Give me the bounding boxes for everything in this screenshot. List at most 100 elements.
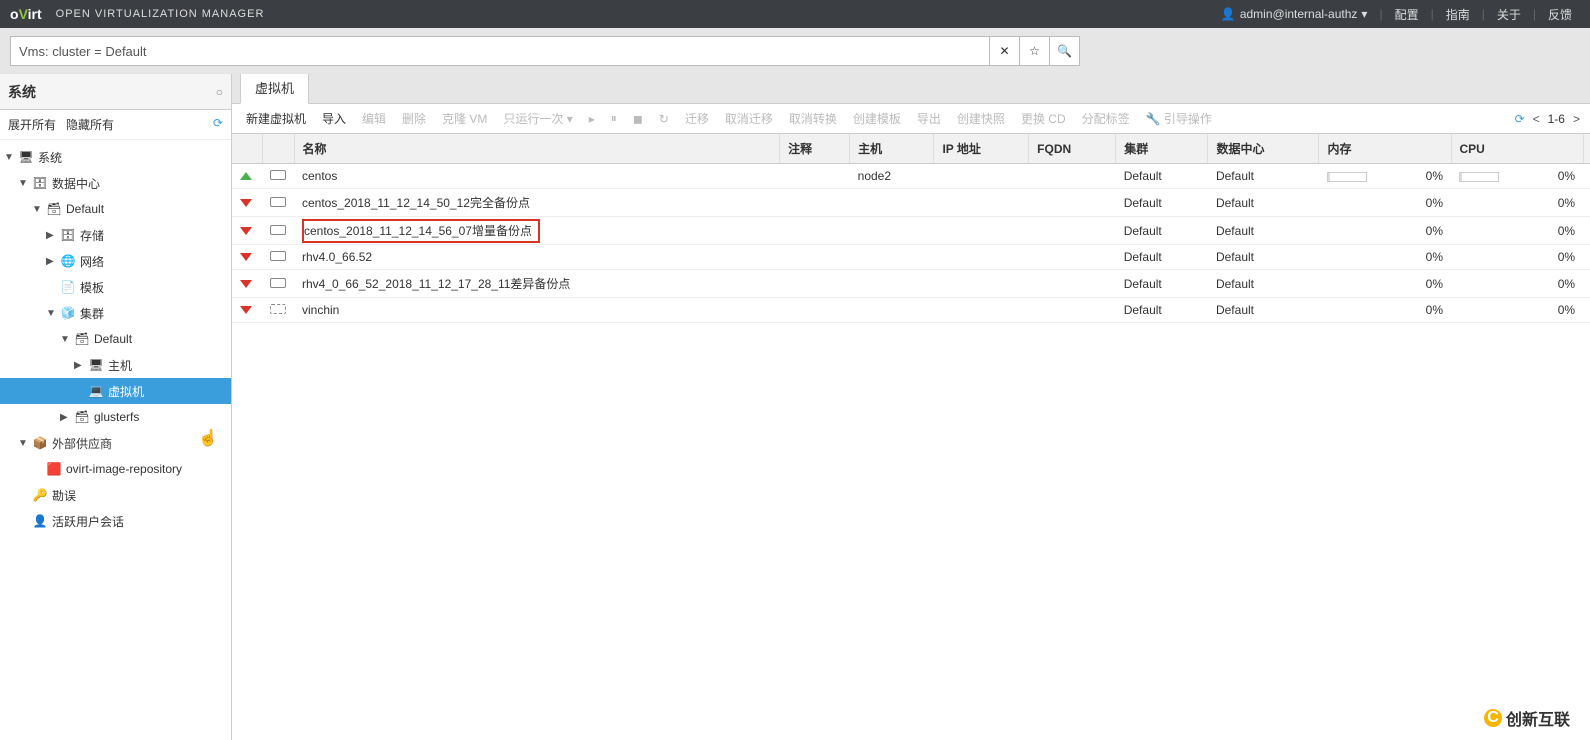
tree-item[interactable]: 🟥ovirt-image-repository <box>0 456 231 482</box>
toolbar: 新建虚拟机导入编辑删除克隆 VM只运行一次 ▾▸⏸◼↻迁移取消迁移取消转换创建模… <box>232 104 1590 134</box>
toolbar-button[interactable]: 导入 <box>316 108 352 129</box>
table-row[interactable]: rhv4_0_66_52_2018_11_12_17_28_11差异备份点Def… <box>232 270 1590 298</box>
tree-item[interactable]: ▼🧊集群 <box>0 300 231 326</box>
table-cell <box>850 217 934 245</box>
table-cell: 0% <box>1451 164 1583 189</box>
tree-item-label: 系统 <box>38 149 62 166</box>
tree-toggle-icon[interactable]: ▼ <box>60 334 70 345</box>
tree-toggle-icon[interactable]: ▶ <box>46 230 56 241</box>
user-menu[interactable]: 👤 admin@internal-authz ▾ <box>1213 7 1376 21</box>
tree-item[interactable]: ▶🖥主机 <box>0 352 231 378</box>
table-header[interactable]: FQDN <box>1029 134 1116 164</box>
table-header[interactable]: 网络 <box>1583 134 1590 164</box>
chevron-down-icon: ▾ <box>1361 7 1367 21</box>
tree-toggle-icon[interactable]: ▶ <box>60 412 70 423</box>
status-icon <box>240 172 252 180</box>
table-cell <box>262 217 294 245</box>
header-link-about[interactable]: 关于 <box>1489 6 1529 23</box>
tree-node-icon: 💻 <box>88 383 104 399</box>
vm-type-icon <box>270 170 286 180</box>
tree-item[interactable]: 🔑勘误 <box>0 482 231 508</box>
tree-toggle-icon[interactable]: ▶ <box>46 256 56 267</box>
table-header[interactable] <box>262 134 294 164</box>
refresh-icon[interactable]: ⟳ <box>213 116 223 133</box>
table-cell <box>934 164 1029 189</box>
toolbar-button: ◼ <box>627 110 649 128</box>
pager-prev[interactable]: < <box>1531 112 1542 126</box>
toolbar-button: 迁移 <box>679 108 715 129</box>
tree-item[interactable]: 💻虚拟机 <box>0 378 231 404</box>
table-row[interactable]: centos_2018_11_12_14_56_07增量备份点DefaultDe… <box>232 217 1590 245</box>
table-cell <box>780 270 850 298</box>
tree-toggle-icon[interactable]: ▼ <box>46 308 56 319</box>
sidebar-search-icon[interactable]: ○ <box>216 85 223 99</box>
tree-node-icon: 📄 <box>60 279 76 295</box>
tree-toggle-icon[interactable]: ▼ <box>18 178 28 189</box>
tree-item[interactable]: ▼🗄数据中心 <box>0 170 231 196</box>
table-cell: Default <box>1208 189 1319 217</box>
table-header[interactable]: 注释 <box>780 134 850 164</box>
table-header[interactable]: 数据中心 <box>1208 134 1319 164</box>
table-header[interactable] <box>232 134 262 164</box>
table-cell <box>850 270 934 298</box>
search-bookmark-button[interactable]: ☆ <box>1020 36 1050 66</box>
tree-item[interactable]: 📄模板 <box>0 274 231 300</box>
table-header[interactable]: 内存 <box>1319 134 1451 164</box>
header-link-config[interactable]: 配置 <box>1387 6 1427 23</box>
tree-node-icon: 📦 <box>32 435 48 451</box>
expand-all-link[interactable]: 展开所有 <box>8 116 56 133</box>
watermark-icon: C <box>1484 709 1502 727</box>
table-cell <box>780 189 850 217</box>
table-cell <box>1029 298 1116 323</box>
toolbar-button[interactable]: 新建虚拟机 <box>240 108 312 129</box>
vm-type-icon <box>270 225 286 235</box>
search-go-button[interactable]: 🔍 <box>1050 36 1080 66</box>
tree-node-icon: 🗃 <box>46 201 62 217</box>
table-cell: 0% <box>1319 298 1451 323</box>
table-refresh-icon[interactable]: ⟳ <box>1515 112 1525 126</box>
search-clear-button[interactable]: ✕ <box>990 36 1020 66</box>
tree-toggle-icon[interactable]: ▶ <box>74 360 84 371</box>
table-cell: Default <box>1116 164 1208 189</box>
table-cell: node2 <box>850 164 934 189</box>
search-icon: 🔍 <box>1057 44 1072 58</box>
tree-item[interactable]: ▶🗄存储 <box>0 222 231 248</box>
header-link-feedback[interactable]: 反馈 <box>1540 6 1580 23</box>
status-icon <box>240 227 252 235</box>
search-input[interactable] <box>10 36 990 66</box>
tree-toggle-icon[interactable]: ▼ <box>18 438 28 449</box>
watermark: C 创新互联 <box>1484 706 1570 730</box>
tree-item[interactable]: 👤活跃用户会话 <box>0 508 231 534</box>
table-cell: Default <box>1116 245 1208 270</box>
tree-item[interactable]: ▼ 🖥系统 <box>0 144 231 170</box>
table-row[interactable]: rhv4.0_66.52DefaultDefault0%0%0%None <box>232 245 1590 270</box>
pager-next[interactable]: > <box>1571 112 1582 126</box>
table-cell <box>850 298 934 323</box>
tree-toggle-icon[interactable]: ▼ <box>4 152 14 163</box>
table-header[interactable]: IP 地址 <box>934 134 1029 164</box>
table-cell: rhv4.0_66.52 <box>294 245 780 270</box>
tree-node-icon: 🔑 <box>32 487 48 503</box>
header-link-guide[interactable]: 指南 <box>1438 6 1478 23</box>
tree-toggle-icon[interactable]: ▼ <box>32 204 42 215</box>
table-cell: 0% <box>1451 270 1583 298</box>
table-row[interactable]: centosnode2DefaultDefault0%0%0%VNC <box>232 164 1590 189</box>
vm-table-wrap: 名称注释主机IP 地址FQDN集群数据中心内存CPU网络图形 centosnod… <box>232 134 1590 740</box>
tree-item[interactable]: ▼🗃Default <box>0 196 231 222</box>
tree-node-icon: 🗃 <box>74 331 90 347</box>
table-header[interactable]: 名称 <box>294 134 780 164</box>
tree-item[interactable]: ▼🗃Default <box>0 326 231 352</box>
tab-vms[interactable]: 虚拟机 <box>240 74 309 104</box>
table-header[interactable]: 主机 <box>850 134 934 164</box>
table-row[interactable]: centos_2018_11_12_14_50_12完全备份点DefaultDe… <box>232 189 1590 217</box>
tree-item[interactable]: ▶🗃glusterfs <box>0 404 231 430</box>
tree-item[interactable]: ▼📦外部供应商 <box>0 430 231 456</box>
table-row[interactable]: vinchinDefaultDefault0%0%0%None <box>232 298 1590 323</box>
tree-item[interactable]: ▶🌐网络 <box>0 248 231 274</box>
table-cell <box>850 245 934 270</box>
table-header[interactable]: 集群 <box>1116 134 1208 164</box>
table-header[interactable]: CPU <box>1451 134 1583 164</box>
collapse-all-link[interactable]: 隐藏所有 <box>66 116 114 133</box>
tree-node-icon: 🟥 <box>46 461 62 477</box>
tree-node-icon: 🖥 <box>18 149 34 165</box>
